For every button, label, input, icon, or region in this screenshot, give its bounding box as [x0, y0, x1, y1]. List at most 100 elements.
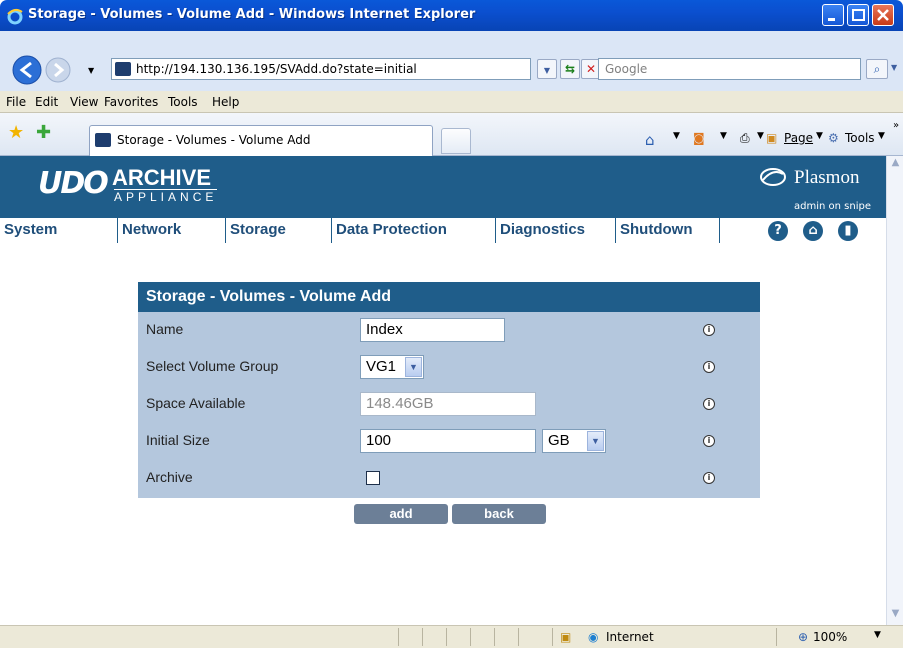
logout-icon[interactable]: ▮: [838, 221, 858, 241]
volume-group-label: Select Volume Group: [146, 358, 279, 374]
search-icon: ⌕: [873, 62, 881, 76]
archive-label: Archive: [146, 469, 193, 485]
search-options-chevron-icon[interactable]: ▼: [891, 63, 897, 72]
panel-title: Storage - Volumes - Volume Add: [138, 282, 760, 312]
status-divider: [518, 628, 519, 646]
archive-logo-text: ARCHIVE: [112, 165, 212, 190]
back-button[interactable]: back: [452, 504, 546, 524]
info-icon[interactable]: i: [703, 398, 715, 410]
name-input[interactable]: Index: [360, 318, 505, 342]
security-zone: Internet: [606, 630, 654, 644]
chevron-down-icon: ▼: [587, 431, 604, 451]
info-icon[interactable]: i: [703, 435, 715, 447]
initial-size-label: Initial Size: [146, 432, 210, 448]
volume-group-value: VG1: [366, 358, 397, 375]
popup-blocked-icon[interactable]: ▣: [560, 630, 571, 644]
row-volume-group: Select Volume Group VG1 ▼ i: [138, 349, 760, 386]
favorites-star-icon[interactable]: ★: [8, 122, 24, 143]
print-dropdown-icon[interactable]: ▼: [757, 131, 764, 141]
maximize-button[interactable]: [847, 4, 869, 26]
history-dropdown-icon[interactable]: ▼: [88, 66, 94, 75]
tools-dropdown-icon[interactable]: ▼: [878, 131, 885, 141]
chevron-down-icon: ▼: [543, 66, 551, 75]
home-icon[interactable]: ⌂: [645, 131, 655, 149]
user-label: admin on snipe: [794, 201, 871, 212]
menu-help[interactable]: Help: [212, 95, 239, 109]
zoom-level[interactable]: 100%: [813, 630, 847, 644]
rss-feed-icon[interactable]: ◙: [693, 131, 705, 145]
status-bar: ▣ ◉ Internet ⊕ 100% ▼: [0, 625, 903, 648]
nav-data-protection[interactable]: Data Protection: [332, 218, 496, 243]
feed-dropdown-icon[interactable]: ▼: [720, 131, 727, 141]
size-unit-select[interactable]: GB ▼: [542, 429, 606, 453]
menu-bar: File Edit View Favorites Tools Help: [0, 91, 903, 113]
page-icon: ▣: [766, 131, 778, 145]
vertical-scrollbar[interactable]: ▲ ▼: [886, 156, 903, 625]
tools-menu[interactable]: Tools: [845, 131, 875, 145]
info-icon[interactable]: i: [703, 324, 715, 336]
status-divider: [494, 628, 495, 646]
app-banner: UDO ARCHIVE APPLIANCE Plasmon admin on s…: [0, 156, 886, 218]
info-icon[interactable]: i: [703, 472, 715, 484]
search-button[interactable]: ⌕: [866, 59, 888, 79]
home-dropdown-icon[interactable]: ▼: [673, 131, 680, 141]
brand-name: Plasmon: [794, 167, 860, 188]
tab-active[interactable]: Storage - Volumes - Volume Add: [89, 125, 433, 156]
menu-view[interactable]: View: [70, 95, 98, 109]
stop-icon: ✕: [585, 62, 597, 76]
nav-network[interactable]: Network: [118, 218, 226, 243]
maximize-icon: [852, 9, 865, 21]
print-icon[interactable]: ⎙: [740, 131, 750, 146]
site-favicon-icon: [115, 62, 131, 76]
menu-edit[interactable]: Edit: [35, 95, 58, 109]
main-nav: System Network Storage Data Protection D…: [0, 218, 886, 243]
nav-shutdown[interactable]: Shutdown: [616, 218, 720, 243]
status-divider: [552, 628, 553, 646]
info-icon[interactable]: i: [703, 361, 715, 373]
row-name: Name Index i: [138, 312, 760, 349]
chevron-more-icon[interactable]: »: [893, 120, 899, 131]
nav-system[interactable]: System: [0, 218, 118, 243]
plasmon-logo-icon: [760, 168, 786, 186]
home-icon[interactable]: ⌂: [803, 221, 823, 241]
window-title-bar: Storage - Volumes - Volume Add - Windows…: [0, 0, 903, 31]
nav-storage[interactable]: Storage: [226, 218, 332, 243]
scroll-down-icon[interactable]: ▼: [888, 608, 903, 624]
appliance-logo-text: APPLIANCE: [114, 189, 218, 204]
space-available-field: 148.46GB: [360, 392, 536, 416]
help-icon[interactable]: ?: [768, 221, 788, 241]
menu-favorites[interactable]: Favorites: [104, 95, 158, 109]
back-arrow-icon[interactable]: [12, 55, 42, 85]
address-bar[interactable]: http://194.130.136.195/SVAdd.do?state=in…: [111, 58, 531, 80]
nav-diagnostics[interactable]: Diagnostics: [496, 218, 616, 243]
window-title: Storage - Volumes - Volume Add - Windows…: [28, 7, 476, 22]
menu-file[interactable]: File: [6, 95, 26, 109]
size-unit-value: GB: [548, 432, 570, 449]
zoom-dropdown-icon[interactable]: ▼: [874, 630, 881, 640]
add-favorite-icon[interactable]: ✚: [36, 122, 51, 143]
close-button[interactable]: [872, 4, 894, 26]
minimize-icon: [828, 18, 835, 21]
scroll-up-icon[interactable]: ▲: [888, 157, 903, 173]
page-menu[interactable]: Page: [784, 131, 813, 145]
new-tab-button[interactable]: [441, 128, 471, 154]
volume-group-select[interactable]: VG1 ▼: [360, 355, 424, 379]
refresh-icon: ⇆: [564, 62, 576, 76]
panel-body: Name Index i Select Volume Group VG1 ▼ i…: [138, 312, 760, 498]
initial-size-input[interactable]: 100: [360, 429, 536, 453]
url-text: http://194.130.136.195/SVAdd.do?state=in…: [136, 62, 417, 76]
address-dropdown-button[interactable]: ▼: [537, 59, 557, 79]
page-dropdown-icon[interactable]: ▼: [816, 131, 823, 141]
refresh-button[interactable]: ⇆: [560, 59, 580, 79]
row-initial-size: Initial Size 100 GB ▼ i: [138, 423, 760, 460]
minimize-button[interactable]: [822, 4, 844, 26]
forward-arrow-icon[interactable]: [45, 57, 71, 83]
archive-checkbox[interactable]: [366, 471, 380, 485]
tab-label: Storage - Volumes - Volume Add: [117, 133, 311, 147]
status-divider: [422, 628, 423, 646]
add-button[interactable]: add: [354, 504, 448, 524]
search-input[interactable]: Google: [598, 58, 861, 80]
internet-explorer-icon: [7, 8, 23, 25]
zoom-icon: ⊕: [798, 630, 809, 644]
menu-tools[interactable]: Tools: [168, 95, 198, 109]
